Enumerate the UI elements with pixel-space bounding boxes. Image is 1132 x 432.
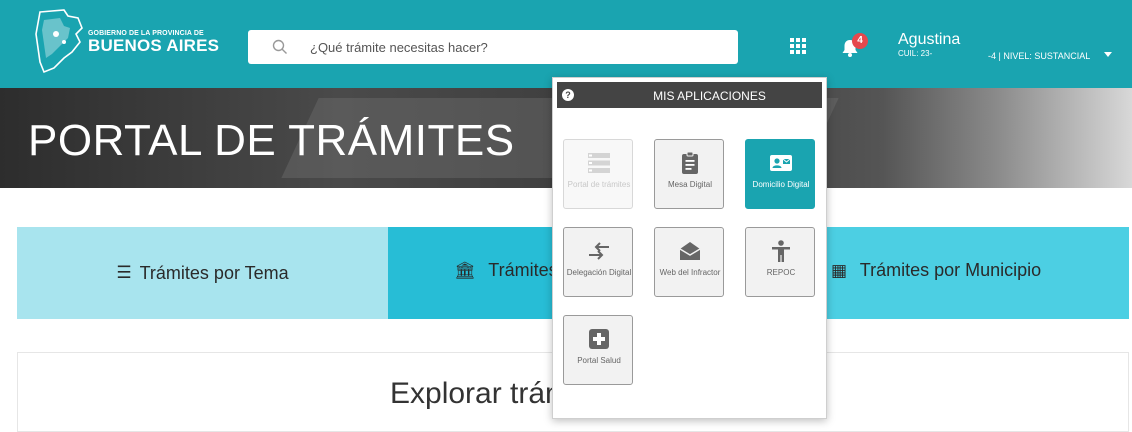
app-label: Domicilio Digital <box>752 180 810 189</box>
apps-menu: ? MIS APLICACIONES Portal de trámites Me… <box>552 77 827 419</box>
search-input[interactable] <box>310 30 730 64</box>
app-repoc[interactable]: REPOC <box>745 227 815 297</box>
id-card-icon <box>770 155 792 171</box>
envelope-icon <box>679 242 701 260</box>
app-label: REPOC <box>766 268 796 277</box>
app-label: Portal de trámites <box>567 180 631 189</box>
province-map-icon <box>35 9 83 74</box>
apps-menu-title: MIS APLICACIONES <box>653 89 766 103</box>
app-portal-de-tramites[interactable]: Portal de trámites <box>563 139 633 209</box>
building-icon: 🏛 <box>454 261 476 280</box>
user-level: -4 | NIVEL: SUSTANCIAL <box>988 51 1091 61</box>
logo[interactable]: GOBIERNO DE LA PROVINCIA DE BUENOS AIRES <box>34 8 219 80</box>
apps-menu-header: ? MIS APLICACIONES <box>557 82 822 108</box>
page-title: PORTAL DE TRÁMITES <box>28 116 515 165</box>
app-label: Web del Infractor <box>659 268 721 277</box>
app-label: Delegación Digital <box>566 268 632 277</box>
clipboard-icon <box>682 151 698 174</box>
top-header: GOBIERNO DE LA PROVINCIA DE BUENOS AIRES… <box>0 0 1132 88</box>
plus-icon <box>589 329 609 349</box>
office-icon: ▦ <box>831 261 848 280</box>
arrows-icon <box>589 242 609 260</box>
app-label: Mesa Digital <box>667 180 712 189</box>
list-icon <box>588 153 610 173</box>
app-label: Portal Salud <box>577 356 621 365</box>
list-icon: ☰ <box>116 263 132 282</box>
grid-icon[interactable] <box>790 38 806 54</box>
user-cuil: CUIL: 23- <box>898 49 933 58</box>
logo-line-2: BUENOS AIRES <box>88 36 220 55</box>
tile-label: Trámites por Tema <box>139 262 289 283</box>
app-delegacion-digital[interactable]: Delegación Digital <box>563 227 633 297</box>
notification-badge: 4 <box>852 33 868 49</box>
search-icon[interactable] <box>272 39 288 55</box>
app-mesa-digital[interactable]: Mesa Digital <box>654 139 724 209</box>
search-box <box>248 30 738 64</box>
tile-label: Trámites <box>488 260 558 280</box>
tile-tramites-por-tema[interactable]: ☰ Trámites por Tema <box>17 227 388 319</box>
chevron-down-icon[interactable] <box>1104 52 1112 57</box>
app-web-del-infractor[interactable]: Web del Infractor <box>654 227 724 297</box>
user-name[interactable]: Agustina <box>898 31 960 49</box>
app-portal-salud[interactable]: Portal Salud <box>563 315 633 385</box>
person-icon <box>772 240 790 262</box>
tile-label: Trámites por Municipio <box>859 260 1042 280</box>
app-domicilio-digital[interactable]: Domicilio Digital <box>745 139 815 209</box>
explore-title: Explorar trám <box>390 377 571 410</box>
